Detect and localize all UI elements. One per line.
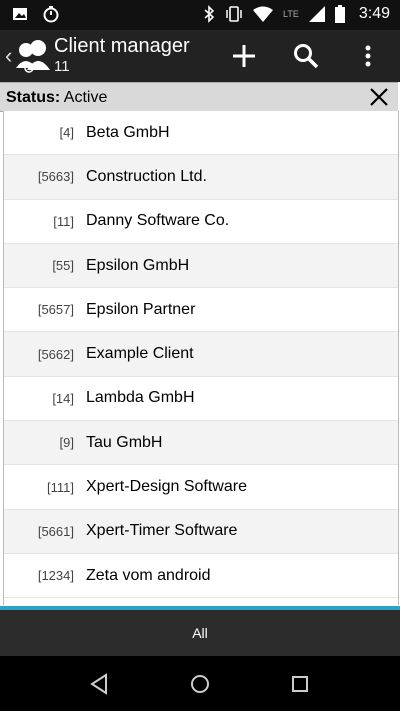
back-chevron-icon[interactable]: ‹ (5, 43, 12, 69)
client-id: [14] (52, 390, 74, 406)
back-icon[interactable] (88, 672, 112, 696)
network-type: LTE (283, 9, 299, 19)
vibrate-icon (226, 6, 242, 22)
client-id: [4] (59, 125, 74, 141)
add-icon (233, 45, 255, 67)
search-button[interactable] (288, 38, 324, 74)
home-icon[interactable] (188, 672, 212, 696)
tab-all[interactable]: All (192, 625, 208, 641)
wifi-icon (253, 6, 274, 22)
client-name: Construction Ltd. (86, 167, 207, 185)
client-id: [111] (47, 479, 74, 495)
client-id: [55] (52, 258, 74, 274)
list-item[interactable]: [55] Epsilon GmbH (4, 243, 398, 289)
list-item[interactable]: [11] Danny Software Co. (4, 200, 398, 244)
action-bar: ‹ Client manager 11 (0, 30, 400, 82)
client-id: [5661] (37, 523, 74, 539)
client-id: [5662] (37, 346, 74, 362)
client-name: Zeta vom android (86, 566, 211, 584)
filter-label: Status: (6, 89, 61, 106)
clear-filter-icon[interactable] (368, 86, 390, 108)
signal-icon (308, 6, 325, 22)
bluetooth-icon (204, 5, 215, 23)
battery-icon (334, 5, 345, 23)
client-name: Lambda GmbH (86, 389, 195, 407)
add-client-button[interactable] (226, 38, 262, 74)
list-item[interactable]: [9] Tau GmbH (4, 421, 398, 466)
client-id: [5663] (37, 169, 74, 185)
client-id: [9] (59, 435, 74, 451)
app-logo-icon[interactable] (15, 38, 51, 74)
search-icon (294, 44, 319, 69)
image-icon (13, 8, 27, 20)
overflow-menu-button[interactable] (350, 38, 386, 74)
client-name: Danny Software Co. (86, 212, 230, 230)
client-name: Tau GmbH (86, 433, 163, 451)
client-id: [5657] (37, 302, 74, 318)
list-item[interactable]: [111] Xpert-Design Software (4, 465, 398, 510)
filter-text: Status: Active (6, 89, 107, 107)
overflow-menu-icon (365, 45, 371, 67)
list-item[interactable]: [5662] Example Client (4, 332, 398, 377)
client-id: [1234] (37, 568, 74, 584)
recents-icon[interactable] (288, 672, 312, 696)
client-name: Epsilon GmbH (86, 256, 190, 274)
client-name: Epsilon Partner (86, 300, 196, 318)
timer-icon (43, 6, 59, 23)
client-count: 11 (54, 58, 70, 75)
client-name: Example Client (86, 345, 194, 363)
client-name: Xpert-Timer Software (86, 522, 238, 540)
filter-value: Active (63, 89, 108, 106)
page-title: Client manager (54, 35, 190, 57)
navigation-bar (0, 656, 400, 711)
filter-bar: Status: Active (0, 82, 398, 112)
list-item[interactable]: [1234] Zeta vom android (4, 554, 398, 599)
client-name: Xpert-Design Software (86, 478, 247, 496)
list-item[interactable]: [5663] Construction Ltd. (4, 155, 398, 200)
list-item[interactable]: [5661] Xpert-Timer Software (4, 509, 398, 554)
client-list[interactable]: [4] Beta GmbH [5663] Construction Ltd. [11… (3, 111, 399, 605)
client-id: [11] (53, 213, 74, 229)
clock: 3:49 (358, 5, 390, 22)
list-item[interactable]: [5657] Epsilon Partner (4, 288, 398, 333)
status-bar: LTE 3:49 (0, 0, 400, 30)
list-item[interactable]: [14] Lambda GmbH (4, 377, 398, 422)
list-item[interactable]: [4] Beta GmbH (4, 111, 398, 156)
bottom-tab-bar: All (0, 610, 400, 656)
client-name: Beta GmbH (86, 123, 170, 141)
